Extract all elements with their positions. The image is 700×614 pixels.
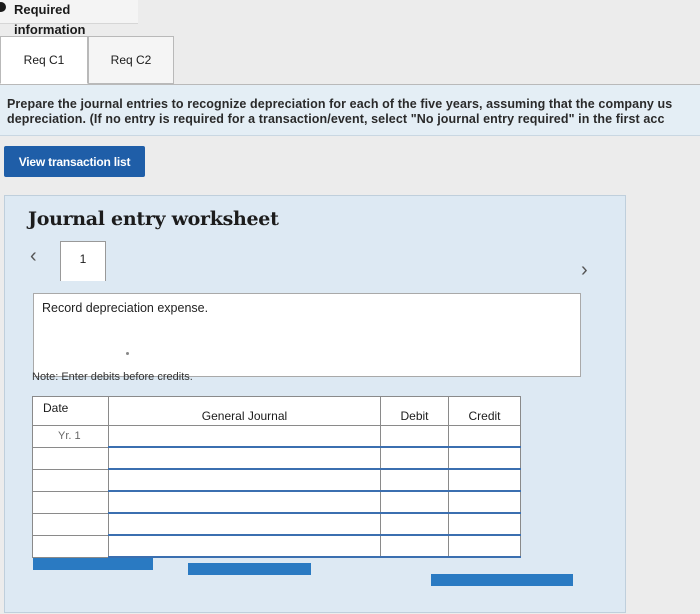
entry-number: 1 — [79, 252, 87, 266]
debit-input[interactable] — [380, 512, 449, 536]
account-select[interactable] — [108, 446, 381, 470]
credit-input[interactable] — [448, 468, 521, 492]
account-select[interactable] — [108, 468, 381, 492]
clear-entry-button[interactable] — [188, 563, 311, 575]
account-select[interactable] — [108, 512, 381, 536]
instructions-panel: Prepare the journal entries to recognize… — [0, 84, 700, 136]
column-header-general-journal: General Journal — [108, 396, 381, 426]
column-header-date: Date — [32, 396, 109, 426]
column-header-credit: Credit — [448, 396, 521, 426]
date-cell[interactable] — [32, 446, 109, 470]
instructions-line-1: Prepare the journal entries to recognize… — [7, 97, 673, 111]
instructions-line-2: depreciation. (If no entry is required f… — [7, 112, 665, 126]
decorative-dot — [126, 352, 129, 355]
credit-input[interactable] — [448, 446, 521, 470]
account-select[interactable] — [108, 425, 381, 448]
debit-input[interactable] — [380, 446, 449, 470]
credit-input[interactable] — [448, 534, 521, 558]
debit-input[interactable] — [380, 425, 449, 448]
credit-input[interactable] — [448, 490, 521, 514]
debit-input[interactable] — [380, 534, 449, 558]
credit-input[interactable] — [448, 425, 521, 448]
account-select[interactable] — [108, 534, 381, 558]
date-cell[interactable]: Yr. 1 — [32, 425, 109, 448]
column-header-debit: Debit — [380, 396, 449, 426]
journal-entry-worksheet: Journal entry worksheet ‹ 1 › Record dep… — [4, 195, 626, 613]
journal-table: Date General Journal Debit Credit Yr. 1 — [32, 396, 521, 558]
view-general-journal-button[interactable] — [431, 574, 573, 586]
table-row — [32, 468, 521, 492]
table-row: Yr. 1 — [32, 425, 521, 448]
chevron-right-icon[interactable]: › — [581, 259, 588, 282]
worksheet-title: Journal entry worksheet — [28, 208, 279, 230]
credit-input[interactable] — [448, 512, 521, 536]
table-row — [32, 446, 521, 470]
bullet-icon — [0, 2, 6, 12]
journal-table-header: Date General Journal Debit Credit — [32, 396, 521, 426]
tab-req-c2-label: Req C2 — [110, 53, 152, 67]
required-information-text: Required information — [14, 2, 86, 37]
chevron-left-icon[interactable]: ‹ — [30, 245, 37, 268]
table-row — [32, 490, 521, 514]
tab-req-c2[interactable]: Req C2 — [88, 36, 174, 84]
required-information-label: Required information — [0, 0, 138, 37]
view-transaction-list-button[interactable]: View transaction list — [4, 146, 145, 177]
debit-input[interactable] — [380, 468, 449, 492]
account-select[interactable] — [108, 490, 381, 514]
debit-input[interactable] — [380, 490, 449, 514]
entry-description: Record depreciation expense. — [42, 301, 209, 315]
tab-req-c1-label: Req C1 — [23, 53, 65, 67]
tab-req-c1[interactable]: Req C1 — [0, 36, 88, 84]
record-entry-button[interactable] — [33, 558, 153, 570]
table-row — [32, 512, 521, 536]
debit-credit-note: Note: Enter debits before credits. — [32, 371, 193, 383]
date-cell[interactable] — [32, 468, 109, 492]
table-row — [32, 534, 521, 558]
entry-description-box: Record depreciation expense. — [33, 293, 581, 377]
date-cell[interactable] — [32, 512, 109, 536]
date-cell[interactable] — [32, 534, 109, 558]
date-cell[interactable] — [32, 490, 109, 514]
entry-tab-1[interactable]: 1 — [60, 241, 106, 281]
